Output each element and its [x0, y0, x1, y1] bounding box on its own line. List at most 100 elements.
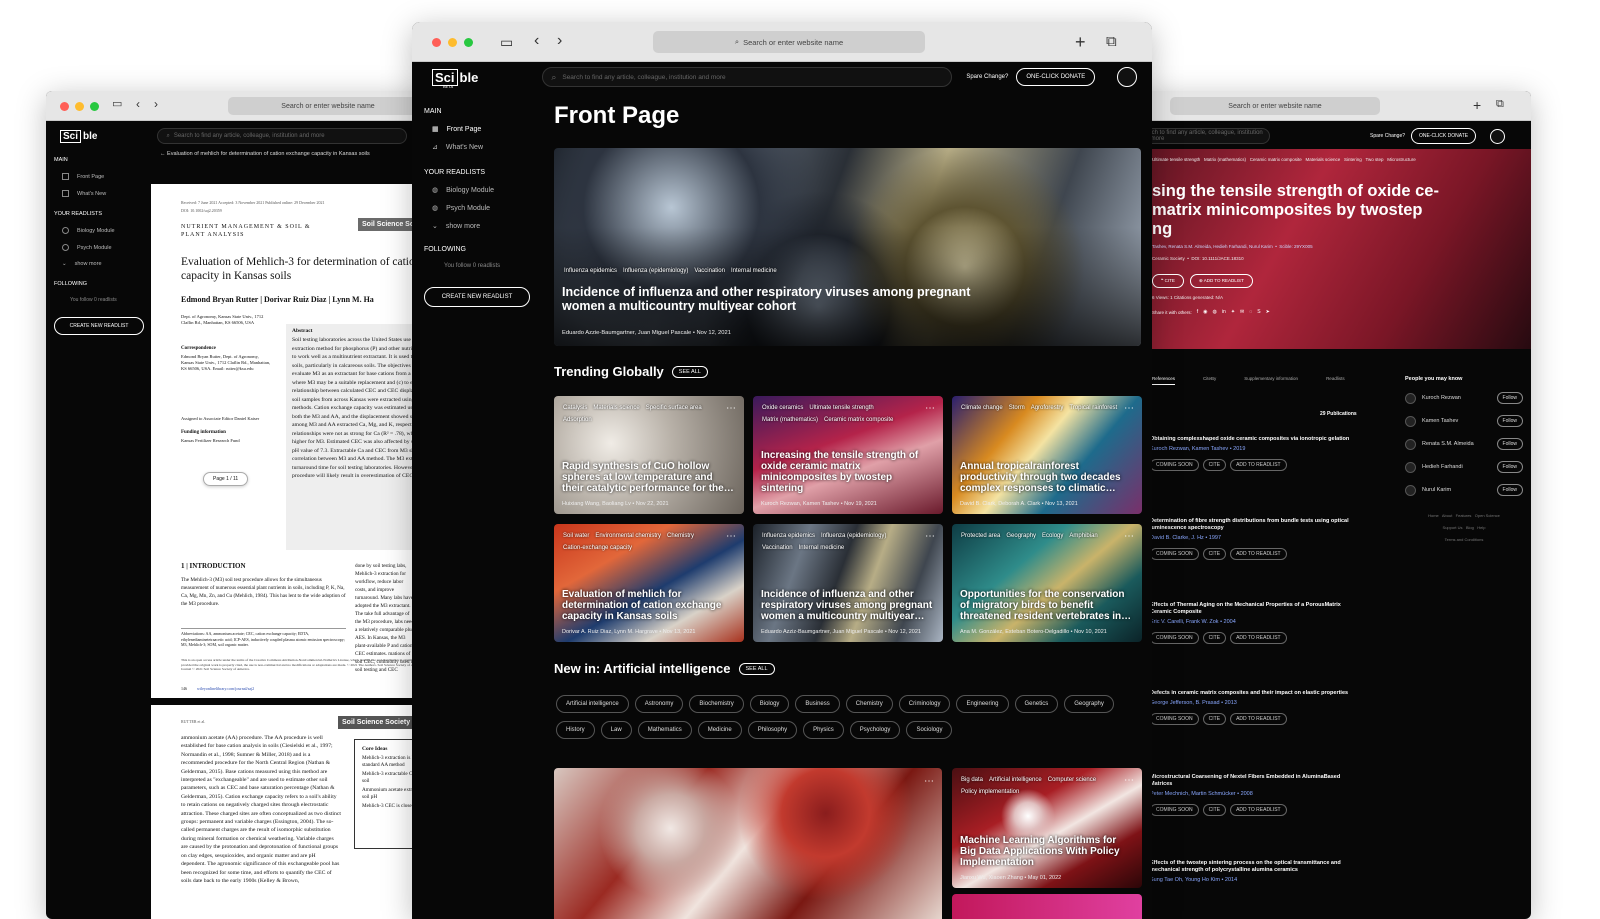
add-to-readlist-button[interactable]: ADD TO READLIST: [1230, 804, 1287, 816]
topic-tag[interactable]: Amphibian: [1069, 533, 1097, 539]
tabs-overview-icon[interactable]: ⧉: [1106, 34, 1117, 49]
person-name[interactable]: Kuroch Rezwan: [1422, 395, 1461, 401]
topic-tag[interactable]: Influenza (epidemiology): [623, 268, 688, 274]
back-icon[interactable]: ‹: [534, 33, 539, 49]
topic-tag[interactable]: Storm: [1009, 405, 1025, 411]
address-bar[interactable]: ⌕ Search or enter website name: [653, 31, 925, 53]
subject-chip[interactable]: Genetics: [1014, 695, 1059, 713]
more-options-icon[interactable]: ⋯: [1124, 403, 1134, 414]
topic-tag[interactable]: Internal medicine: [731, 268, 777, 274]
maximize-dot[interactable]: [464, 38, 473, 47]
coming-soon-button[interactable]: COMING SOON: [1150, 459, 1199, 471]
add-to-readlist-button[interactable]: ADD TO READLIST: [1230, 459, 1287, 471]
maximize-dot[interactable]: [90, 102, 99, 111]
subject-chip[interactable]: Artificial intelligence: [556, 695, 629, 713]
back-icon[interactable]: ‹: [136, 98, 140, 110]
cite-button[interactable]: CITE: [1202, 459, 1227, 471]
list-item[interactable]: Obtaining complexshaped oxide ceramic co…: [1150, 436, 1360, 471]
topic-tag[interactable]: Policy implementation: [961, 789, 1019, 795]
topic-tag[interactable]: Chemistry: [667, 533, 694, 539]
tab-readlists[interactable]: Readlists: [1326, 376, 1345, 385]
list-item[interactable]: Determination of fibre strength distribu…: [1150, 518, 1360, 560]
topic-tag[interactable]: Influenza epidemics: [762, 533, 815, 539]
sidebar-item-front-page[interactable]: ▦ Front Page: [432, 125, 530, 134]
sidebar-item-biology[interactable]: ◍ Biology Module: [432, 186, 530, 195]
close-dot[interactable]: [432, 38, 441, 47]
messenger-icon[interactable]: ◉: [1203, 309, 1207, 315]
back-link[interactable]: ← Evaluation of mehlich for determinatio…: [160, 151, 370, 157]
minimize-dot[interactable]: [448, 38, 457, 47]
subject-chip[interactable]: Medicine: [697, 721, 742, 739]
create-readlist-button[interactable]: CREATE NEW READLIST: [54, 317, 144, 335]
scible-logo[interactable]: Sci ble: [60, 129, 97, 143]
cite-button[interactable]: CITE: [1202, 804, 1227, 816]
follow-button[interactable]: Follow: [1496, 461, 1523, 473]
follow-button[interactable]: Follow: [1496, 484, 1523, 496]
subject-chip[interactable]: Philosophy: [747, 721, 798, 739]
user-avatar[interactable]: [1490, 128, 1506, 144]
follow-button[interactable]: Follow: [1496, 415, 1523, 427]
user-avatar[interactable]: [1117, 67, 1138, 87]
person-name[interactable]: Kamen Tashev: [1422, 418, 1458, 424]
article-card[interactable]: Oxide ceramics Ultimate tensile strength M…: [753, 396, 943, 514]
subject-chip[interactable]: Physics: [803, 721, 844, 739]
person-name[interactable]: Hedieh Farhandi: [1422, 464, 1463, 470]
sidebar-item-front-page[interactable]: Front Page: [62, 173, 144, 180]
topic-tag[interactable]: Environmental chemistry: [595, 533, 661, 539]
cite-button[interactable]: CITE: [1202, 713, 1227, 725]
topic-tag[interactable]: Internal medicine: [799, 545, 845, 551]
more-options-icon[interactable]: ⋯: [925, 531, 935, 542]
subject-chip[interactable]: History: [556, 721, 595, 739]
more-options-icon[interactable]: ⋯: [1124, 531, 1134, 542]
list-item[interactable]: Effects of the twostep sintering process…: [1150, 860, 1360, 883]
sidebar-toggle-icon[interactable]: ▭: [500, 35, 513, 49]
topic-tag[interactable]: Ceramic matrix composite: [824, 417, 893, 423]
subject-chip[interactable]: Criminology: [898, 695, 951, 713]
subject-chip[interactable]: Mathematics: [637, 721, 692, 739]
sidebar-show-more[interactable]: ⌄ show more: [62, 261, 144, 267]
topic-tag[interactable]: Geography: [1006, 533, 1036, 539]
subject-chip[interactable]: Sociology: [906, 721, 953, 739]
facebook-icon[interactable]: f: [1197, 309, 1198, 315]
article-doi[interactable]: Ceramic Society • DOI: 10.1111/JACE.1831…: [1152, 256, 1244, 261]
topic-tag[interactable]: Matrix (mathematics): [762, 417, 818, 423]
tab-references[interactable]: References: [1152, 376, 1176, 385]
article-card[interactable]: Influenza epidemics Influenza (epidemiolo…: [753, 524, 943, 642]
subject-chip[interactable]: Engineering: [956, 695, 1009, 713]
topic-tag[interactable]: Oxide ceramics: [762, 405, 803, 411]
sidebar-item-whats-new[interactable]: What's New: [62, 190, 144, 197]
avatar[interactable]: [1405, 484, 1416, 496]
new-tab-icon[interactable]: +: [1075, 33, 1086, 51]
subject-chip[interactable]: Chemistry: [845, 695, 893, 713]
topic-tag[interactable]: Ecology: [1042, 533, 1063, 539]
address-bar[interactable]: Search or enter website name: [1170, 97, 1380, 115]
footer-links-row[interactable]: Terms and Conditions: [1405, 534, 1523, 546]
article-card[interactable]: Soil water Environmental chemistry Chemist…: [554, 524, 744, 642]
tabs-overview-icon[interactable]: ⧉: [1496, 99, 1504, 110]
tab-supplementary[interactable]: Supplementary information: [1244, 376, 1298, 385]
more-options-icon[interactable]: ⋯: [726, 403, 736, 414]
topic-tag[interactable]: Materials science: [593, 405, 639, 411]
skype-icon[interactable]: S: [1257, 309, 1260, 315]
address-bar[interactable]: Search or enter website name: [228, 97, 428, 115]
reddit-icon[interactable]: ◍: [1213, 309, 1217, 315]
subject-chip[interactable]: Law: [600, 721, 632, 739]
next-card-preview[interactable]: [952, 894, 1142, 919]
tab-citeby[interactable]: CiteBy: [1203, 376, 1216, 385]
subject-chip[interactable]: Geography: [1064, 695, 1114, 713]
sidebar-item-psych[interactable]: Psych Module: [62, 244, 144, 251]
topic-tag[interactable]: Adsorption: [563, 417, 592, 423]
search-input[interactable]: ⌕ Search to find any article, colleague, …: [542, 67, 953, 87]
email-icon[interactable]: ✉: [1240, 309, 1244, 315]
list-item[interactable]: Defects in ceramic matrix composites and…: [1150, 690, 1360, 725]
more-options-icon[interactable]: ⋯: [925, 403, 935, 414]
cite-button[interactable]: CITE: [1202, 632, 1227, 644]
subject-chip[interactable]: Psychology: [849, 721, 901, 739]
subject-chip[interactable]: Business: [795, 695, 840, 713]
add-to-readlist-button[interactable]: ADD TO READLIST: [1230, 713, 1287, 725]
see-all-button[interactable]: SEE ALL: [671, 365, 708, 378]
coming-soon-button[interactable]: COMING SOON: [1150, 548, 1199, 560]
article-card[interactable]: Protected area Geography Ecology Amphibian …: [952, 524, 1142, 642]
subject-chip[interactable]: Biochemistry: [689, 695, 744, 713]
twitter-icon[interactable]: ✦: [1231, 309, 1235, 315]
